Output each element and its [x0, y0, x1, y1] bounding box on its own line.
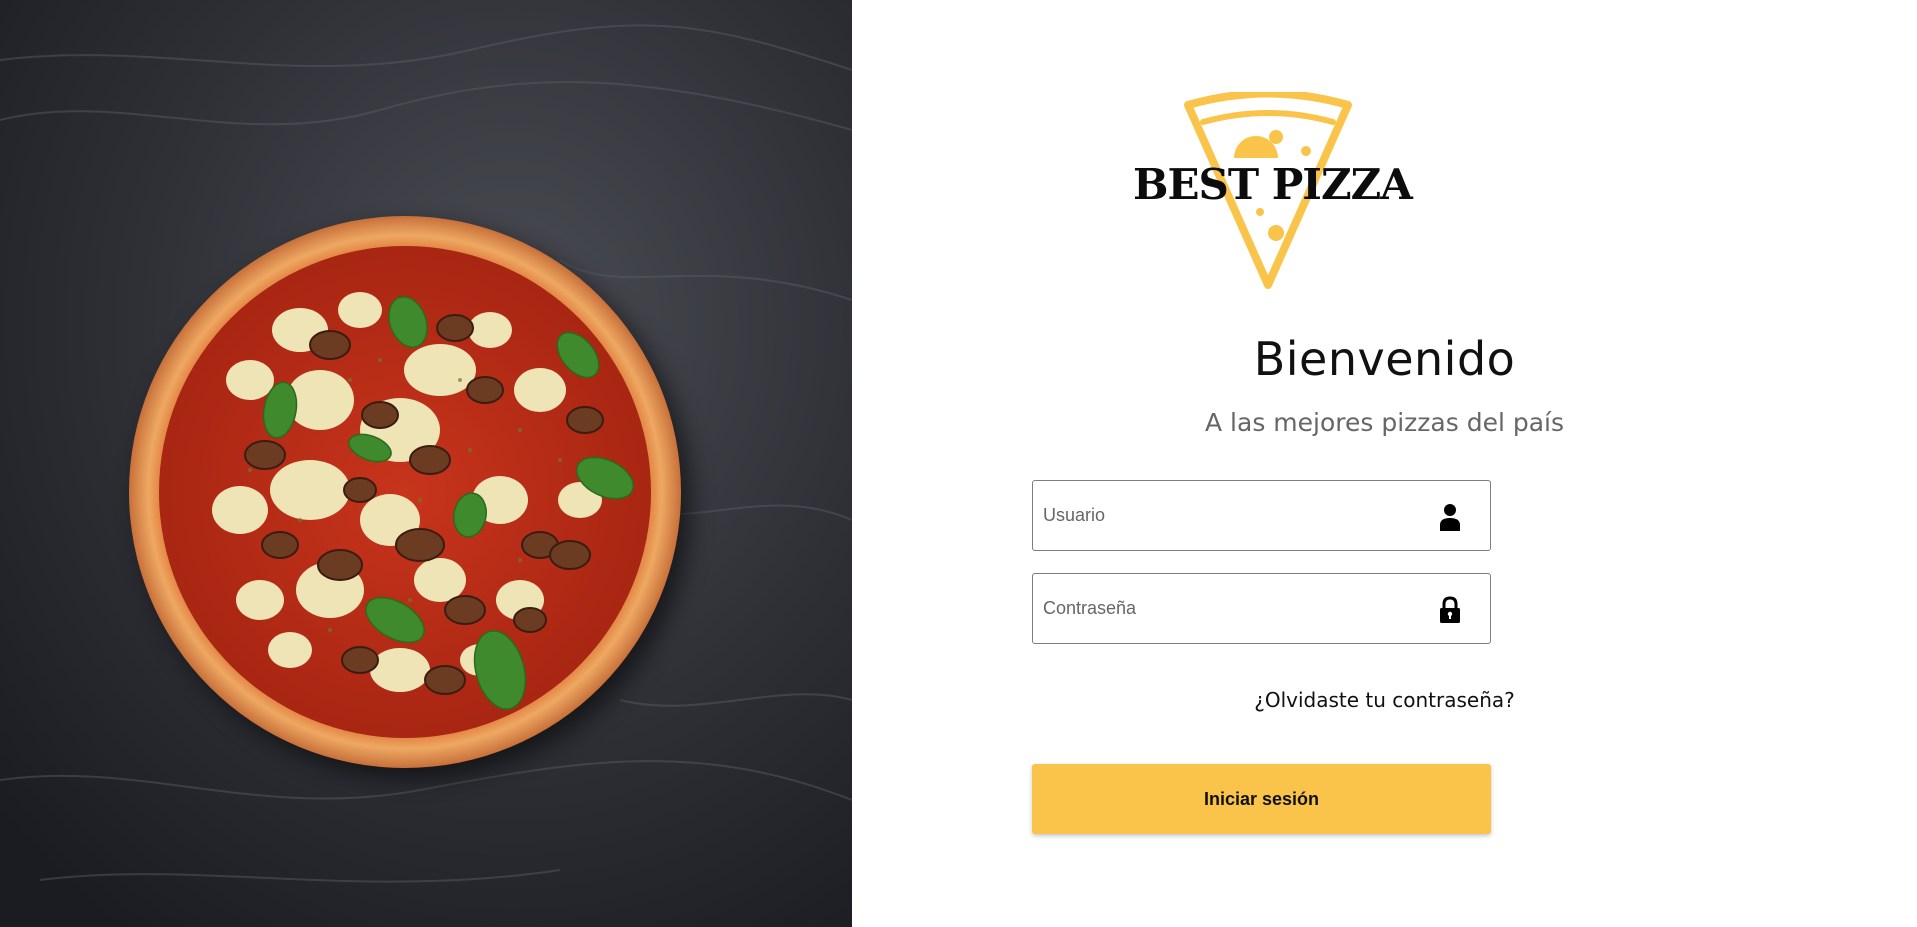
brand-name: BEST PIZZA: [1133, 160, 1413, 209]
hero-pizza-image: [0, 0, 852, 927]
username-input[interactable]: [1043, 481, 1423, 550]
lock-icon: [1438, 596, 1462, 624]
welcome-title: Bienvenido: [1253, 332, 1516, 386]
welcome-subtitle: A las mejores pizzas del país: [1205, 408, 1564, 437]
brand-logo: BEST PIZZA: [1133, 92, 1413, 292]
forgot-password-link[interactable]: ¿Olvidaste tu contraseña?: [852, 688, 1917, 712]
user-icon: [1438, 503, 1462, 531]
username-field[interactable]: [1032, 480, 1491, 551]
login-panel: BEST PIZZA Bienvenido A las mejores pizz…: [852, 0, 1917, 927]
password-field[interactable]: [1032, 573, 1491, 644]
password-input[interactable]: [1043, 574, 1423, 643]
login-button[interactable]: Iniciar sesión: [1032, 764, 1491, 834]
